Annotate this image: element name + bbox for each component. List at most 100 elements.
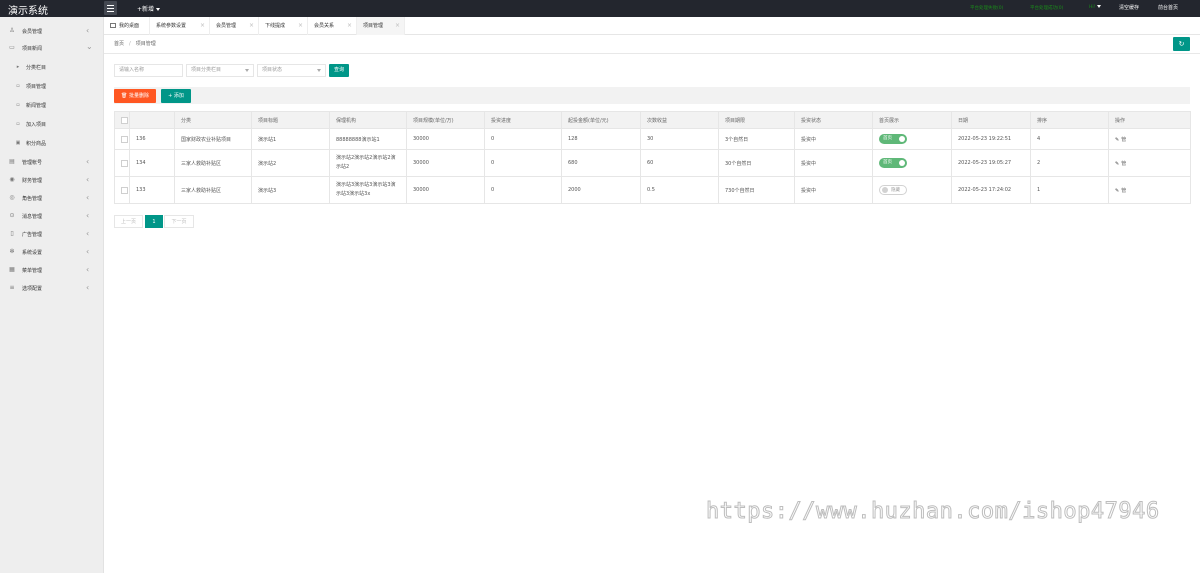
cell-sort: 4 bbox=[1030, 128, 1109, 150]
sidebar: ♙ 会员管理 ‹ ▭ 项目新闻 ⌄ ▸ 分类栏目 ▫ 项目管理 ▫ 新闻管理 ▫ 加入项目 ▣ 积… bbox=[0, 17, 104, 573]
sidebar-item-finance[interactable]: ◉ 财务管理 ‹ bbox=[0, 172, 104, 189]
next-page-button[interactable]: 下一页 bbox=[164, 215, 194, 228]
cell-status: 投资中 bbox=[794, 128, 873, 150]
grid-icon: ▫ bbox=[16, 83, 20, 89]
cell-status: 投资中 bbox=[794, 149, 873, 177]
row-checkbox[interactable] bbox=[121, 135, 128, 143]
chevron-left-icon: ‹ bbox=[86, 283, 90, 292]
sidebar-item-settings[interactable]: ✻ 系统设置 ‹ bbox=[0, 244, 104, 261]
edit-icon[interactable]: ✎ bbox=[1115, 161, 1119, 167]
sidebar-item-menus[interactable]: ▦ 菜单管理 ‹ bbox=[0, 262, 104, 279]
sidebar-item-project-news[interactable]: ▭ 项目新闻 ⌄ bbox=[0, 40, 104, 57]
category-select[interactable]: 项目分类栏目 bbox=[186, 64, 254, 77]
sidebar-item-category[interactable]: ▸ 分类栏目 bbox=[0, 59, 104, 76]
row-select-cell[interactable] bbox=[114, 176, 130, 204]
cell-term: 3个自然日 bbox=[718, 128, 795, 150]
sidebar-item-label: 选项配置 bbox=[22, 286, 43, 292]
money-icon: ◉ bbox=[9, 176, 15, 183]
sidebar-item-options[interactable]: ≡ 选项配置 ‹ bbox=[0, 280, 104, 297]
tab-label: 我的桌面 bbox=[119, 23, 140, 29]
cell-actions: ✎ 管 bbox=[1108, 128, 1191, 150]
switch-knob bbox=[899, 136, 905, 142]
page-1-button[interactable]: 1 bbox=[145, 215, 163, 228]
sidebar-item-project-manage[interactable]: ▫ 项目管理 bbox=[0, 78, 104, 95]
top-bar: 演示系统 +新增 平台处理失败(0) 平台处理成功(0) Hi! 清空缓存 前台… bbox=[0, 0, 1200, 17]
sidebar-item-messages[interactable]: ⊙ 消息管理 ‹ bbox=[0, 208, 104, 225]
tab-label: 系统参数设置 bbox=[156, 23, 187, 29]
select-all-checkbox[interactable] bbox=[121, 116, 128, 124]
chevron-left-icon: ‹ bbox=[86, 157, 90, 166]
tab-desktop[interactable]: 我的桌面 bbox=[104, 17, 150, 35]
success-count-link[interactable]: 平台处理成功(0) bbox=[1030, 5, 1063, 11]
close-icon[interactable]: × bbox=[249, 17, 254, 35]
edit-icon[interactable]: ✎ bbox=[1115, 188, 1119, 194]
edit-link[interactable]: 管 bbox=[1121, 137, 1126, 143]
search-button[interactable]: 查询 bbox=[329, 64, 349, 77]
status-select[interactable]: 项目状态 bbox=[257, 64, 326, 77]
sidebar-item-label: 财务管理 bbox=[22, 178, 43, 184]
edit-link[interactable]: 管 bbox=[1121, 188, 1126, 194]
close-icon[interactable]: × bbox=[200, 17, 205, 35]
row-select-cell[interactable] bbox=[114, 128, 130, 150]
new-dropdown-button[interactable]: +新增 bbox=[137, 4, 161, 13]
plus-icon: + bbox=[168, 93, 173, 99]
sidebar-item-label: 系统设置 bbox=[22, 250, 43, 256]
sidebar-item-label: 积分商品 bbox=[26, 141, 47, 147]
sidebar-item-members[interactable]: ♙ 会员管理 ‹ bbox=[0, 23, 104, 40]
row-select-cell[interactable] bbox=[114, 149, 130, 177]
chevron-left-icon: ‹ bbox=[86, 193, 90, 202]
breadcrumb-home[interactable]: 首页 bbox=[114, 41, 124, 47]
home-icon bbox=[110, 23, 116, 28]
tab-project-manage[interactable]: 项目管理 × bbox=[357, 17, 405, 35]
sidebar-item-join-project[interactable]: ▫ 加入项目 bbox=[0, 116, 104, 133]
prev-page-button[interactable]: 上一页 bbox=[114, 215, 143, 228]
batch-delete-button[interactable]: 🗑 批量删除 bbox=[114, 89, 156, 103]
sidebar-item-points-goods[interactable]: ▣ 积分商品 bbox=[0, 135, 104, 152]
menu-toggle-button[interactable] bbox=[104, 1, 117, 15]
tab-commission[interactable]: 下线提成 × bbox=[259, 17, 308, 35]
close-icon[interactable]: × bbox=[298, 17, 303, 35]
user-menu[interactable]: Hi! bbox=[1089, 5, 1102, 10]
account-icon: ▤ bbox=[9, 158, 15, 165]
sidebar-item-label: 会员管理 bbox=[22, 29, 43, 35]
home-show-switch[interactable]: 首页 bbox=[879, 158, 907, 168]
doc-icon: ▫ bbox=[16, 121, 20, 127]
gear-icon: ✻ bbox=[9, 248, 15, 255]
tab-members[interactable]: 会员管理 × bbox=[210, 17, 259, 35]
tab-relations[interactable]: 会员关系 × bbox=[308, 17, 357, 35]
home-show-switch[interactable]: 隐藏 bbox=[879, 185, 907, 195]
refresh-button[interactable]: ↻ bbox=[1173, 37, 1190, 51]
tab-system-params[interactable]: 系统参数设置 × bbox=[150, 17, 210, 35]
batch-delete-label: 批量删除 bbox=[128, 93, 149, 99]
col-header-date: 日期 bbox=[951, 111, 1031, 129]
close-icon[interactable]: × bbox=[395, 17, 400, 35]
front-home-link[interactable]: 前台首页 bbox=[1158, 4, 1178, 11]
select-all-cell[interactable] bbox=[114, 111, 130, 129]
cell-date: 2022-05-23 17:24:02 bbox=[951, 176, 1031, 204]
table-toolbar bbox=[114, 87, 1190, 104]
col-header-home-show: 首页展示 bbox=[872, 111, 952, 129]
breadcrumb-separator: / bbox=[129, 41, 131, 47]
home-show-switch[interactable]: 首页 bbox=[879, 134, 907, 144]
add-button[interactable]: + 添加 bbox=[161, 89, 191, 103]
chevron-left-icon: ‹ bbox=[86, 229, 90, 238]
close-icon[interactable]: × bbox=[347, 17, 352, 35]
row-checkbox[interactable] bbox=[121, 186, 128, 194]
row-checkbox[interactable] bbox=[121, 159, 128, 167]
fail-count-link[interactable]: 平台处理失败(0) bbox=[970, 5, 1003, 11]
chevron-left-icon: ‹ bbox=[86, 211, 90, 220]
cell-progress: 0 bbox=[484, 149, 562, 177]
project-table: 分类 项目标题 保理机构 项目规模(单位/万) 投资进度 起投金额(单位/元) … bbox=[114, 111, 1191, 204]
sidebar-item-roles[interactable]: ◎ 角色管理 ‹ bbox=[0, 190, 104, 207]
switch-label: 首页 bbox=[883, 160, 892, 165]
name-search-input[interactable]: 请输入名称 bbox=[114, 64, 183, 77]
chevron-left-icon: ‹ bbox=[86, 175, 90, 184]
clear-cache-link[interactable]: 清空缓存 bbox=[1119, 4, 1139, 11]
sidebar-item-label: 项目新闻 bbox=[22, 46, 43, 52]
sidebar-item-accounts[interactable]: ▤ 管理帐号 ‹ bbox=[0, 154, 104, 171]
edit-link[interactable]: 管 bbox=[1121, 161, 1126, 167]
sidebar-item-news-manage[interactable]: ▫ 新闻管理 bbox=[0, 97, 104, 114]
sidebar-item-ads[interactable]: ▯ 广告管理 ‹ bbox=[0, 226, 104, 243]
chevron-left-icon: ‹ bbox=[86, 265, 90, 274]
edit-icon[interactable]: ✎ bbox=[1115, 137, 1119, 143]
